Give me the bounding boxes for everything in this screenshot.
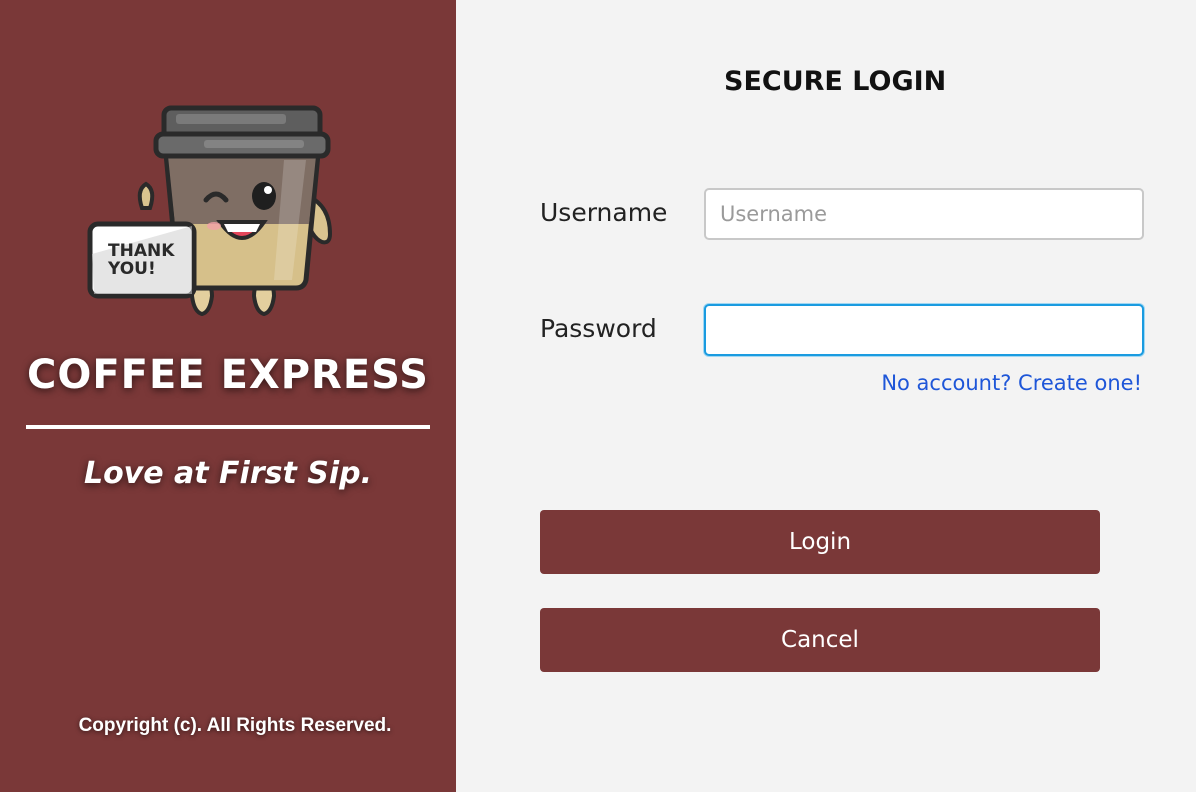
create-account-link[interactable]: No account? Create one! [881,371,1142,395]
coffee-cup-mascot-icon: THANK YOU! [87,105,333,317]
login-window: THANK YOU! COFFEE EXPRESS Love at First … [0,0,1196,792]
username-label: Username [540,198,668,227]
password-input[interactable] [704,304,1144,356]
password-label: Password [540,314,657,343]
login-button[interactable]: Login [540,510,1100,574]
copyright-text: Copyright (c). All Rights Reserved. [78,715,392,736]
login-panel: SECURE LOGIN Username Password No accoun… [456,0,1196,792]
brand-divider [26,425,430,429]
brand-name: COFFEE EXPRESS [26,352,429,398]
brand-tagline: Love at First Sip. [83,456,373,491]
cancel-button[interactable]: Cancel [540,608,1100,672]
mascot-sign-line2: YOU! [107,259,156,279]
mascot-sign-line1: THANK [108,241,175,261]
username-input[interactable] [704,188,1144,240]
brand-panel: THANK YOU! COFFEE EXPRESS Love at First … [0,0,456,792]
login-title: SECURE LOGIN [724,66,947,97]
